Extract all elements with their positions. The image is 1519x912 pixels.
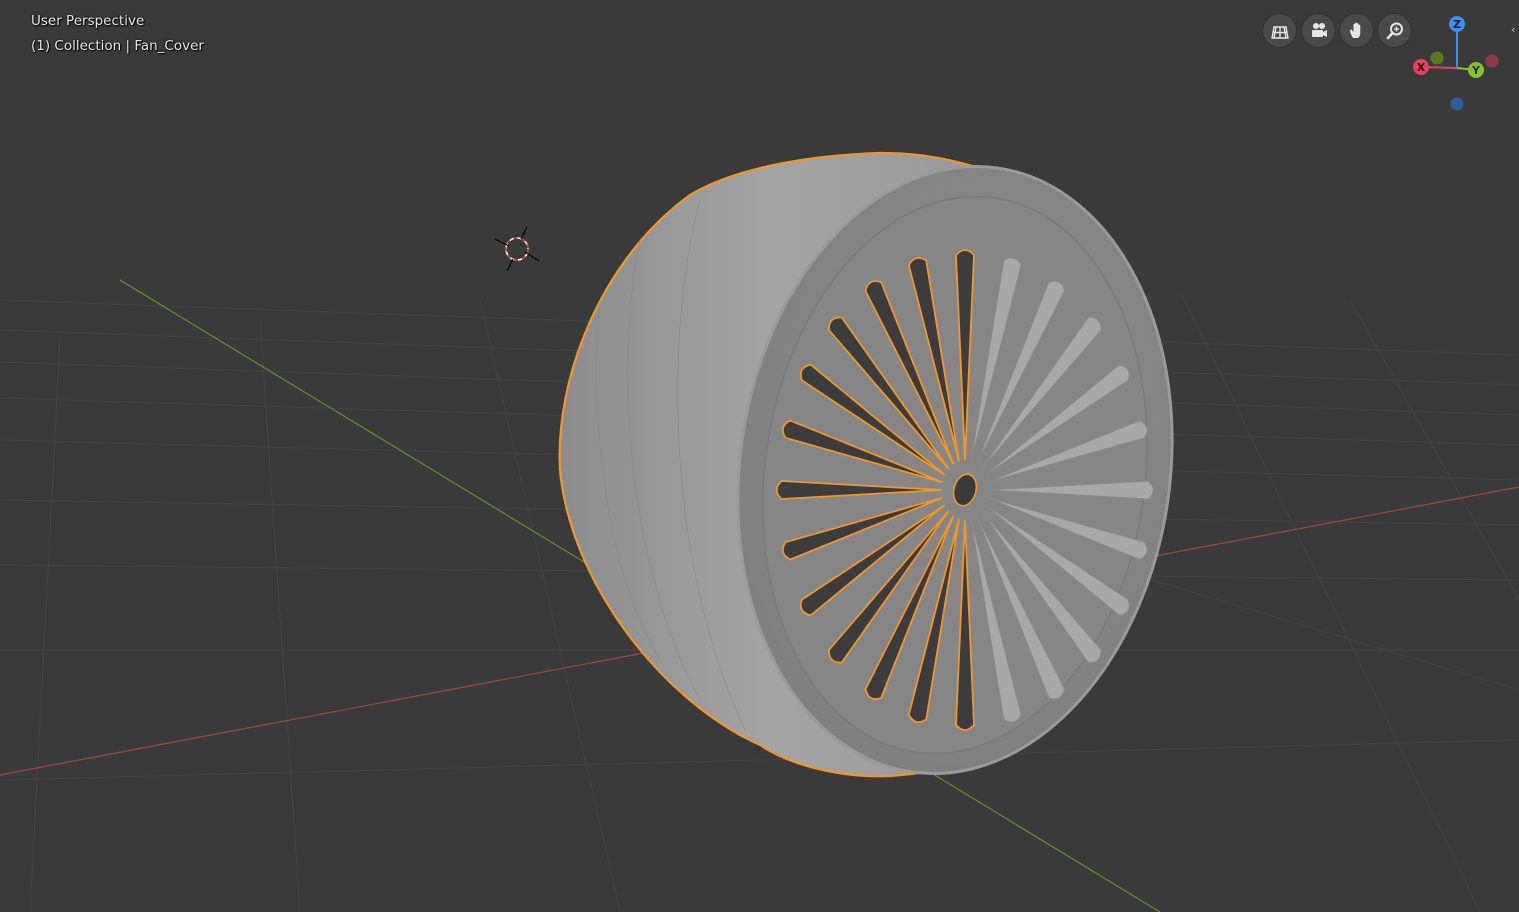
view-info-label: (1) Collection | Fan_Cover — [31, 38, 204, 54]
gizmo-neg-y[interactable] — [1430, 51, 1444, 65]
gizmo-neg-z[interactable] — [1450, 97, 1464, 111]
svg-text:Y: Y — [1471, 64, 1481, 77]
grid-icon — [1270, 25, 1289, 39]
sidebar-toggle-button[interactable]: ‹ — [1511, 22, 1519, 38]
gizmo-y-axis[interactable]: Y — [1468, 62, 1484, 78]
gizmo-neg-x[interactable] — [1485, 54, 1499, 68]
camera-view-button[interactable] — [1302, 14, 1335, 47]
scene-canvas[interactable] — [0, 0, 1519, 912]
gizmo-z-axis[interactable]: Z — [1449, 16, 1465, 32]
camera-icon — [1311, 22, 1327, 37]
hand-icon — [1349, 22, 1360, 38]
3d-viewport[interactable]: User Perspective (1) Collection | Fan_Co… — [0, 0, 1519, 912]
orientation-gizmo[interactable]: Z X Y — [1405, 10, 1505, 115]
fan-cover-object[interactable] — [558, 138, 1211, 802]
pan-view-button[interactable] — [1340, 14, 1373, 47]
toggle-perspective-button[interactable] — [1263, 14, 1296, 47]
svg-text:X: X — [1417, 61, 1426, 74]
gizmo-x-axis[interactable]: X — [1413, 59, 1429, 75]
zoom-icon — [1386, 22, 1403, 39]
view-name-label: User Perspective — [31, 13, 145, 29]
3d-cursor-icon[interactable] — [494, 226, 540, 272]
svg-text:Z: Z — [1453, 18, 1461, 31]
